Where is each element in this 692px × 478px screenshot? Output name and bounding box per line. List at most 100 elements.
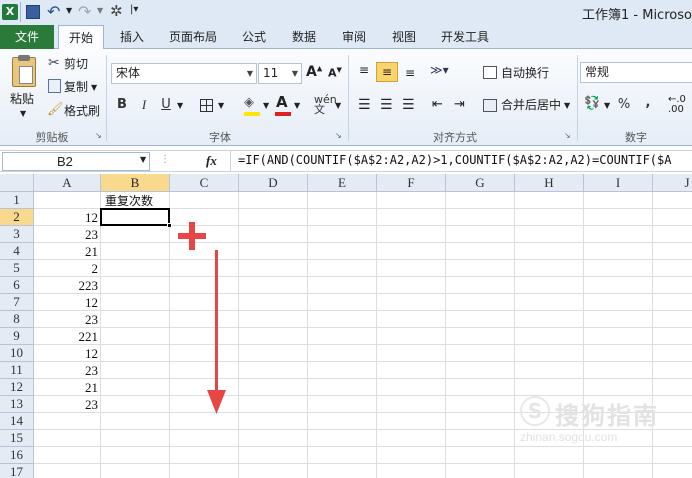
row-header-8[interactable]: 8: [0, 311, 34, 328]
increase-indent-icon[interactable]: ⇥: [454, 97, 465, 112]
cell-a7[interactable]: 12: [34, 295, 98, 311]
align-left-icon[interactable]: ☰: [358, 97, 371, 113]
redo-icon[interactable]: ↷: [78, 2, 91, 21]
accounting-format-icon[interactable]: 💱: [584, 96, 600, 111]
cut-button[interactable]: 剪切: [64, 54, 88, 74]
cell-a3[interactable]: 23: [34, 227, 98, 243]
tab-page-layout[interactable]: 页面布局: [162, 25, 224, 49]
column-header-d[interactable]: D: [239, 174, 308, 192]
column-header-b[interactable]: B: [101, 174, 170, 192]
redo-dropdown-icon[interactable]: ▼: [97, 6, 103, 15]
wrap-text-button[interactable]: 自动换行: [501, 63, 549, 83]
name-box-dropdown-icon[interactable]: ▼: [140, 155, 146, 164]
selected-cell-b2[interactable]: [100, 208, 170, 226]
align-top-icon[interactable]: ≡: [356, 63, 372, 79]
copy-button[interactable]: 复制: [64, 77, 88, 97]
cell-a13[interactable]: 23: [34, 397, 98, 413]
clipboard-launcher-icon[interactable]: ↘: [95, 131, 102, 140]
tab-home[interactable]: 开始: [58, 25, 104, 50]
row-header-10[interactable]: 10: [0, 345, 34, 362]
font-size-combo[interactable]: 11 ▼: [258, 63, 302, 84]
column-header-h[interactable]: H: [515, 174, 584, 192]
shrink-font-icon[interactable]: A▼: [328, 66, 342, 80]
wrap-text-icon[interactable]: [483, 66, 497, 79]
row-header-17[interactable]: 17: [0, 464, 34, 478]
borders-icon[interactable]: [200, 99, 213, 112]
fill-color-dropdown-icon[interactable]: ▼: [263, 101, 269, 110]
increase-decimal-icon[interactable]: ←.0.00: [668, 95, 686, 115]
undo-dropdown-icon[interactable]: ▼: [66, 6, 72, 15]
insert-function-icon[interactable]: fx: [206, 153, 217, 169]
underline-dropdown-icon[interactable]: ▼: [177, 101, 183, 110]
cell-a11[interactable]: 23: [34, 363, 98, 379]
tab-data[interactable]: 数据: [284, 25, 324, 49]
bold-button[interactable]: B: [112, 95, 132, 115]
italic-button[interactable]: I: [134, 95, 154, 115]
merge-center-button[interactable]: 合并后居中: [501, 95, 561, 115]
grow-font-icon[interactable]: A▲: [306, 64, 322, 80]
merge-center-icon[interactable]: [483, 99, 497, 112]
alignment-launcher-icon[interactable]: ↘: [564, 131, 571, 140]
row-header-11[interactable]: 11: [0, 362, 34, 379]
underline-button[interactable]: U: [156, 95, 176, 115]
row-header-13[interactable]: 13: [0, 396, 34, 413]
undo-icon[interactable]: ↶: [47, 2, 60, 21]
column-header-a[interactable]: A: [34, 174, 101, 192]
merge-dropdown-icon[interactable]: ▼: [564, 101, 570, 110]
paste-dropdown-icon[interactable]: ▼: [20, 109, 26, 118]
excel-app-icon[interactable]: X: [2, 4, 18, 20]
column-header-i[interactable]: I: [584, 174, 653, 192]
save-icon[interactable]: [26, 5, 40, 19]
row-header-5[interactable]: 5: [0, 260, 34, 277]
row-header-15[interactable]: 15: [0, 430, 34, 447]
cell-a5[interactable]: 2: [34, 261, 99, 277]
font-color-dropdown-icon[interactable]: ▼: [294, 101, 300, 110]
font-launcher-icon[interactable]: ↘: [335, 131, 342, 140]
borders-dropdown-icon[interactable]: ▼: [218, 101, 224, 110]
orientation-icon[interactable]: ≫▾: [430, 63, 449, 77]
align-right-icon[interactable]: ☰: [402, 97, 415, 113]
fill-color-icon[interactable]: ◈: [244, 95, 260, 116]
paste-icon[interactable]: [12, 55, 36, 87]
column-header-j[interactable]: J: [653, 174, 692, 192]
row-header-3[interactable]: 3: [0, 226, 34, 243]
percent-button[interactable]: %: [614, 95, 634, 115]
column-header-e[interactable]: E: [308, 174, 377, 192]
decrease-indent-icon[interactable]: ⇤: [432, 97, 443, 112]
copy-icon[interactable]: [48, 79, 61, 93]
row-header-16[interactable]: 16: [0, 447, 34, 464]
row-header-9[interactable]: 9: [0, 328, 34, 345]
font-name-combo[interactable]: 宋体 ▼: [111, 63, 257, 84]
font-color-icon[interactable]: A: [275, 93, 291, 116]
row-header-14[interactable]: 14: [0, 413, 34, 430]
quick-access-dropdown-icon[interactable]: |▾: [130, 4, 138, 15]
row-header-6[interactable]: 6: [0, 277, 34, 294]
column-header-g[interactable]: G: [446, 174, 515, 192]
tab-formulas[interactable]: 公式: [234, 25, 274, 49]
paste-button[interactable]: 粘贴: [10, 89, 34, 109]
accounting-dropdown-icon[interactable]: ▼: [604, 101, 610, 110]
column-header-c[interactable]: C: [170, 174, 239, 192]
tab-insert[interactable]: 插入: [112, 25, 152, 49]
row-header-7[interactable]: 7: [0, 294, 34, 311]
format-painter-icon[interactable]: 🖌: [47, 102, 64, 117]
customize-icon[interactable]: ✲: [110, 2, 123, 20]
row-header-12[interactable]: 12: [0, 379, 34, 396]
comma-button[interactable]: ,: [638, 93, 658, 113]
format-painter-button[interactable]: 格式刷: [64, 101, 100, 121]
row-header-1[interactable]: 1: [0, 192, 34, 209]
select-all-corner[interactable]: [0, 174, 34, 192]
fill-handle[interactable]: [167, 223, 172, 228]
row-header-4[interactable]: 4: [0, 243, 34, 260]
phonetic-dropdown-icon[interactable]: ▼: [335, 101, 341, 110]
row-header-2[interactable]: 2: [0, 209, 34, 226]
copy-dropdown-icon[interactable]: ▼: [91, 83, 97, 92]
cell-a10[interactable]: 12: [34, 346, 98, 362]
cell-a12[interactable]: 21: [34, 380, 98, 396]
align-middle-icon[interactable]: ≡: [376, 62, 398, 82]
phonetic-icon[interactable]: wén 文: [314, 94, 337, 115]
name-box[interactable]: B2: [2, 152, 150, 171]
cell-a9[interactable]: 221: [34, 329, 99, 345]
formula-input[interactable]: =IF(AND(COUNTIF($A$2:A2,A2)>1,COUNTIF($A…: [238, 153, 671, 167]
align-bottom-icon[interactable]: ≡: [402, 65, 418, 81]
